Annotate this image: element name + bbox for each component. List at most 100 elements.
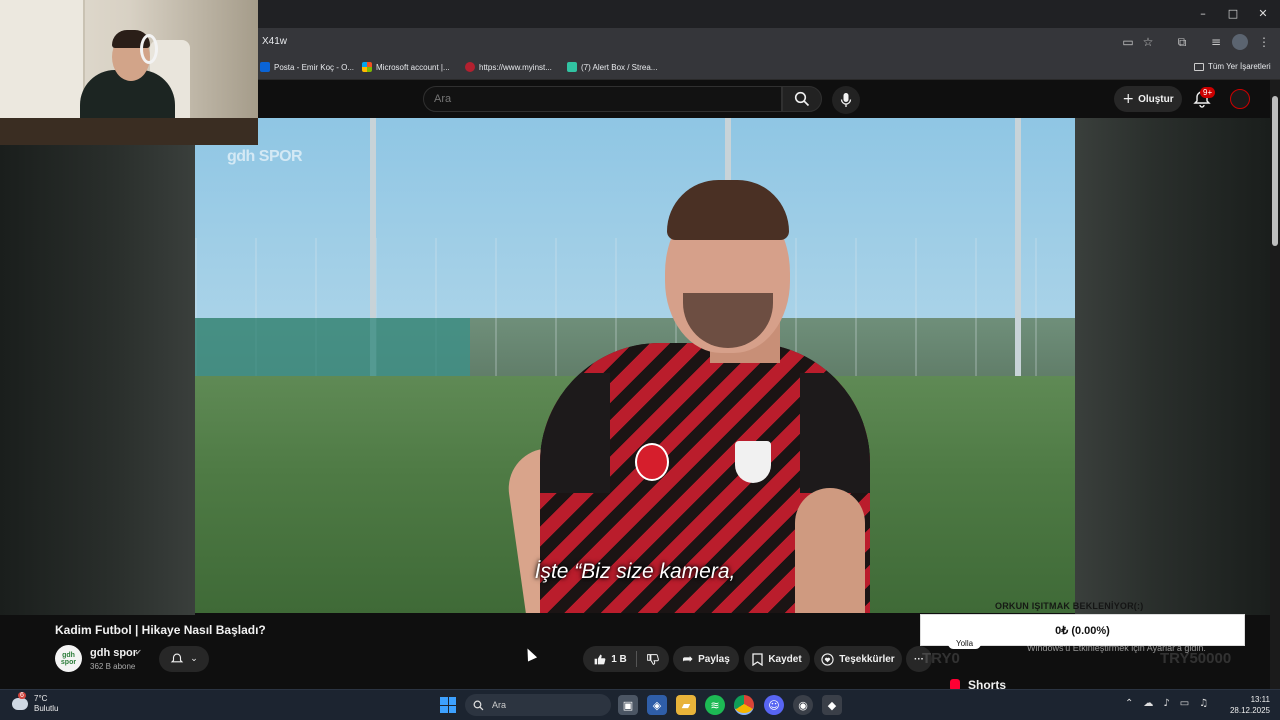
share-label: Paylaş	[698, 653, 730, 665]
bookmark-item[interactable]: Posta - Emir Koç - O...	[260, 62, 354, 72]
maximize-icon[interactable]: □	[1218, 4, 1248, 24]
system-tray: ⌃ ☁ ♪ ▭ ♫	[1125, 698, 1208, 709]
date: 28.12.2025	[1229, 706, 1270, 715]
windows-taskbar: 6 7°C Bulutlu Ara ▣ ◈ ▰ ≋ ☺ ◉ ◆ ⌃ ☁ ♪ ▭ …	[0, 689, 1280, 720]
channel-name[interactable]: gdh spor	[90, 647, 137, 659]
like-dislike-group: 1 B	[583, 646, 669, 672]
stream-tag: Yolla	[948, 638, 982, 649]
video-frame-pole	[1015, 118, 1021, 383]
share-arrow-icon: ➦	[682, 651, 694, 667]
ambient-glow-left	[0, 118, 195, 615]
time: 13:11	[1250, 695, 1270, 704]
scrollbar-thumb[interactable]	[1272, 96, 1278, 246]
temperature: 7°C	[34, 694, 48, 703]
jersey-sleeve	[540, 373, 610, 493]
microphone-icon[interactable]: ♪	[1163, 698, 1169, 709]
extensions-icon[interactable]: ⧉	[1174, 34, 1190, 50]
create-button[interactable]: + Oluştur	[1114, 86, 1182, 112]
taskbar-search-placeholder: Ara	[492, 700, 507, 710]
verified-badge-icon: ✔	[135, 648, 142, 657]
divider	[635, 651, 637, 667]
video-subtitle: İşte “Biz size kamera,	[534, 560, 736, 583]
chrome-icon[interactable]	[734, 695, 754, 715]
media-control-icon[interactable]: ≡	[1208, 34, 1224, 50]
bookmark-star-icon[interactable]: ☆	[1140, 34, 1156, 50]
tray-expand-icon[interactable]: ⌃	[1125, 698, 1133, 709]
goal-start-amount: TRY0	[922, 650, 960, 667]
onedrive-icon[interactable]: ☁	[1143, 698, 1153, 709]
bookmark-label: Microsoft account |...	[376, 62, 450, 72]
video-frame-arm	[795, 488, 865, 613]
save-label: Kaydet	[768, 653, 802, 665]
bookmark-item[interactable]: (7) Alert Box / Strea...	[567, 62, 657, 72]
profile-icon[interactable]	[1232, 34, 1248, 50]
club-crest-icon	[735, 441, 771, 483]
windows-start-icon[interactable]	[440, 697, 456, 713]
volume-icon[interactable]: ♫	[1199, 698, 1208, 709]
jersey-sleeve	[800, 373, 870, 493]
video-frame-green-wall	[195, 318, 470, 378]
plus-icon: +	[1122, 91, 1135, 107]
taskbar-search[interactable]: Ara	[465, 694, 611, 716]
streamer-webcam-overlay	[0, 0, 258, 145]
webcam-desk	[0, 118, 258, 145]
bell-icon	[170, 653, 184, 663]
channel-watermark: gdh SPOR	[227, 148, 303, 165]
all-bookmarks-label: Tüm Yer İşaretleri	[1208, 62, 1271, 71]
app-icon[interactable]: ◈	[647, 695, 667, 715]
thanks-button[interactable]: Teşekkürler	[814, 646, 902, 672]
task-view-icon[interactable]: ▣	[618, 695, 638, 715]
share-button[interactable]: ➦ Paylaş	[673, 646, 739, 672]
minimize-icon[interactable]: –	[1188, 4, 1218, 24]
thanks-label: Teşekkürler	[839, 653, 895, 665]
app-icon[interactable]: ◆	[822, 695, 842, 715]
site-icon	[465, 62, 475, 72]
network-icon[interactable]: ▭	[1180, 698, 1189, 709]
thumbs-down-icon[interactable]	[646, 653, 659, 666]
mouse-cursor	[522, 646, 538, 662]
search-input[interactable]	[424, 87, 781, 111]
bookmark-item[interactable]: https://www.myinst...	[465, 62, 552, 72]
outlook-icon	[260, 62, 270, 72]
weather-widget[interactable]: 6 7°C Bulutlu	[12, 692, 58, 714]
bookmark-label: (7) Alert Box / Strea...	[581, 62, 658, 72]
thumbs-up-icon	[594, 654, 606, 664]
bookmark-icon	[752, 652, 763, 666]
all-bookmarks-folder[interactable]: Tüm Yer İşaretleri	[1194, 62, 1271, 71]
search-field-wrapper	[423, 86, 782, 112]
voice-search-button[interactable]	[832, 86, 860, 114]
microphone-icon	[840, 93, 852, 107]
streamlabs-icon	[567, 62, 577, 72]
file-explorer-icon[interactable]: ▰	[676, 695, 696, 715]
obs-icon[interactable]: ◉	[793, 695, 813, 715]
folder-icon	[1194, 62, 1204, 71]
webcam-door	[0, 0, 85, 120]
spotify-icon[interactable]: ≋	[705, 695, 725, 715]
like-button[interactable]: 1 B	[593, 653, 627, 666]
bookmark-label: Posta - Emir Koç - O...	[274, 62, 355, 72]
channel-avatar[interactable]: gdh spor	[55, 645, 82, 672]
menu-kebab-icon[interactable]: ⋮	[1256, 34, 1272, 50]
search-icon	[473, 700, 484, 710]
windows-activation-watermark: Windows'u Etkinleştirmek için Ayarlar'a …	[1027, 643, 1206, 653]
discord-icon[interactable]: ☺	[764, 695, 784, 715]
flag-crest-icon	[635, 443, 669, 481]
close-icon[interactable]: ✕	[1248, 4, 1278, 24]
bookmark-label: https://www.myinst...	[479, 62, 552, 72]
save-button[interactable]: Kaydet	[744, 646, 810, 672]
cast-icon[interactable]: ▭	[1120, 34, 1136, 50]
account-avatar[interactable]	[1230, 89, 1250, 109]
thanks-heart-icon	[821, 652, 834, 666]
bookmark-item[interactable]: Microsoft account |...	[362, 62, 450, 72]
weather-condition: Bulutlu	[34, 704, 59, 713]
create-label: Oluştur	[1138, 93, 1174, 105]
video-player[interactable]: gdh SPOR İşte “Biz size kamera,	[195, 118, 1075, 613]
taskbar-clock[interactable]: 13:11 28.12.2025	[1225, 694, 1270, 716]
ambient-glow-right	[1075, 118, 1270, 615]
video-title: Kadim Futbol | Hikaye Nasıl Başladı?	[55, 623, 266, 637]
weather-badge: 6	[18, 692, 26, 699]
search-button[interactable]	[782, 86, 822, 112]
weather-text: 7°C Bulutlu	[34, 694, 58, 714]
url-text[interactable]: X41w	[262, 36, 287, 47]
subscription-bell-button[interactable]: ⌄	[159, 646, 209, 672]
